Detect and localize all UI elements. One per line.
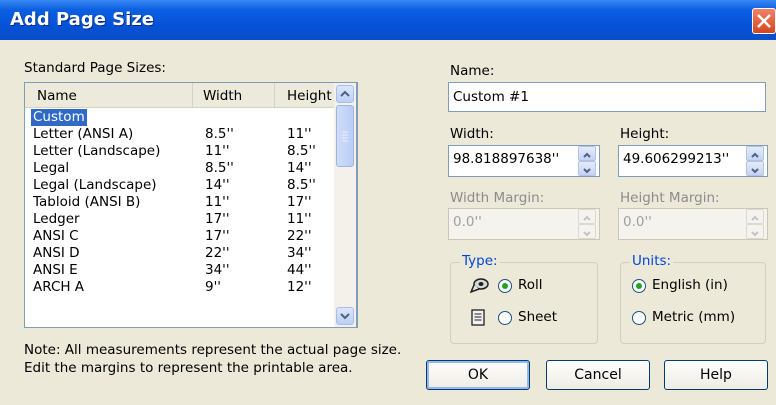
column-header-width[interactable]: Width — [193, 83, 275, 107]
width-margin-label: Width Margin: — [450, 190, 545, 206]
width-label: Width: — [450, 126, 494, 142]
close-button[interactable] — [752, 8, 776, 34]
spin-down-icon — [751, 231, 759, 237]
width-stepper[interactable] — [578, 145, 596, 177]
height-stepper[interactable] — [746, 145, 764, 177]
chevron-down-icon — [340, 313, 350, 320]
note-line-2: Edit the margins to represent the printa… — [24, 360, 353, 376]
list-cell-width: 9'' — [205, 279, 222, 295]
list-cell-height: 12'' — [287, 279, 312, 295]
help-button[interactable]: Help — [664, 360, 768, 390]
column-header-name[interactable]: Name — [25, 83, 193, 107]
list-cell-width: 14'' — [205, 177, 230, 193]
close-icon — [757, 14, 771, 28]
note-line-1: Note: All measurements represent the act… — [24, 342, 402, 358]
units-metric-label[interactable]: Metric (mm) — [652, 309, 735, 325]
list-cell-name: Legal (Landscape) — [33, 177, 157, 193]
name-field[interactable]: Custom #1 — [448, 82, 766, 112]
list-rows: Custom Letter (ANSI A) 8.5'' 11'' Letter (La… — [25, 109, 357, 296]
spin-down-icon — [583, 168, 591, 174]
list-item[interactable]: Legal 8.5'' 14'' — [25, 160, 357, 177]
list-item[interactable]: Letter (ANSI A) 8.5'' 11'' — [25, 126, 357, 143]
list-cell-name: ARCH A — [33, 279, 85, 295]
scroll-down-button[interactable] — [336, 307, 354, 325]
ok-button[interactable]: OK — [426, 360, 530, 390]
list-cell-height: 8.5'' — [287, 143, 316, 159]
list-cell-width: 17'' — [205, 211, 230, 227]
list-item[interactable]: ARCH A 9'' 12'' — [25, 279, 357, 296]
list-cell-width: 11'' — [205, 194, 230, 210]
list-cell-name: Custom — [31, 109, 87, 126]
list-cell-height: 11'' — [287, 211, 312, 227]
list-item[interactable]: Legal (Landscape) 14'' 8.5'' — [25, 177, 357, 194]
chevron-up-icon — [340, 90, 350, 97]
list-item[interactable]: Custom — [25, 109, 357, 126]
list-cell-height: 44'' — [287, 262, 312, 278]
list-cell-height: 34'' — [287, 245, 312, 261]
list-cell-height: 17'' — [287, 194, 312, 210]
grip-icon — [342, 131, 348, 142]
list-header: Name Width Height — [25, 83, 357, 108]
units-group — [620, 262, 766, 344]
height-label: Height: — [620, 126, 670, 142]
standard-sizes-label: Standard Page Sizes: — [24, 60, 166, 76]
units-english-radio[interactable] — [632, 279, 646, 293]
list-cell-name: ANSI E — [33, 262, 78, 278]
list-cell-height: 22'' — [287, 228, 312, 244]
list-cell-name: Letter (Landscape) — [33, 143, 161, 159]
sheet-icon — [471, 309, 485, 326]
list-cell-name: ANSI C — [33, 228, 79, 244]
list-cell-width: 17'' — [205, 228, 230, 244]
list-cell-name: Legal — [33, 160, 70, 176]
name-label: Name: — [450, 63, 495, 79]
list-cell-width: 22'' — [205, 245, 230, 261]
cancel-button[interactable]: Cancel — [546, 360, 650, 390]
type-roll-radio[interactable] — [498, 279, 512, 293]
spin-down-icon — [751, 168, 759, 174]
selected-dot — [636, 283, 642, 289]
type-group — [450, 262, 598, 344]
units-english-label[interactable]: English (in) — [652, 277, 728, 293]
scroll-thumb[interactable] — [336, 105, 354, 167]
units-group-label: Units: — [630, 253, 674, 269]
list-item[interactable]: Ledger 17'' 11'' — [25, 211, 357, 228]
add-page-size-dialog: Add Page Size Standard Page Sizes: Name … — [0, 0, 776, 405]
list-cell-name: Tabloid (ANSI B) — [33, 194, 141, 210]
list-item[interactable]: ANSI D 22'' 34'' — [25, 245, 357, 262]
dialog-title: Add Page Size — [10, 9, 154, 30]
type-sheet-label[interactable]: Sheet — [518, 309, 557, 325]
scroll-up-button[interactable] — [336, 85, 354, 103]
height-margin-label: Height Margin: — [620, 190, 720, 206]
list-cell-width: 8.5'' — [205, 160, 234, 176]
list-cell-height: 14'' — [287, 160, 312, 176]
list-cell-width: 11'' — [205, 143, 230, 159]
list-cell-width: 8.5'' — [205, 126, 234, 142]
list-scrollbar[interactable] — [334, 82, 357, 328]
height-margin-stepper[interactable] — [746, 208, 764, 240]
type-roll-label[interactable]: Roll — [518, 277, 543, 293]
selected-dot — [502, 283, 508, 289]
width-margin-stepper[interactable] — [578, 208, 596, 240]
type-group-label: Type: — [460, 253, 500, 269]
type-sheet-radio[interactable] — [498, 311, 512, 325]
list-cell-name: Ledger — [33, 211, 80, 227]
title-bar: Add Page Size — [0, 0, 776, 40]
page-size-list[interactable]: Name Width Height Custom Letter (ANSI A) 8… — [24, 82, 358, 328]
list-item[interactable]: ANSI C 17'' 22'' — [25, 228, 357, 245]
roll-icon — [470, 278, 489, 294]
list-cell-height: 8.5'' — [287, 177, 316, 193]
list-cell-width: 34'' — [205, 262, 230, 278]
units-metric-radio[interactable] — [632, 311, 646, 325]
spin-down-icon — [583, 231, 591, 237]
list-item[interactable]: Letter (Landscape) 11'' 8.5'' — [25, 143, 357, 160]
list-item[interactable]: ANSI E 34'' 44'' — [25, 262, 357, 279]
list-item[interactable]: Tabloid (ANSI B) 11'' 17'' — [25, 194, 357, 211]
list-cell-height: 11'' — [287, 126, 312, 142]
list-cell-name: Letter (ANSI A) — [33, 126, 134, 142]
list-cell-name: ANSI D — [33, 245, 80, 261]
